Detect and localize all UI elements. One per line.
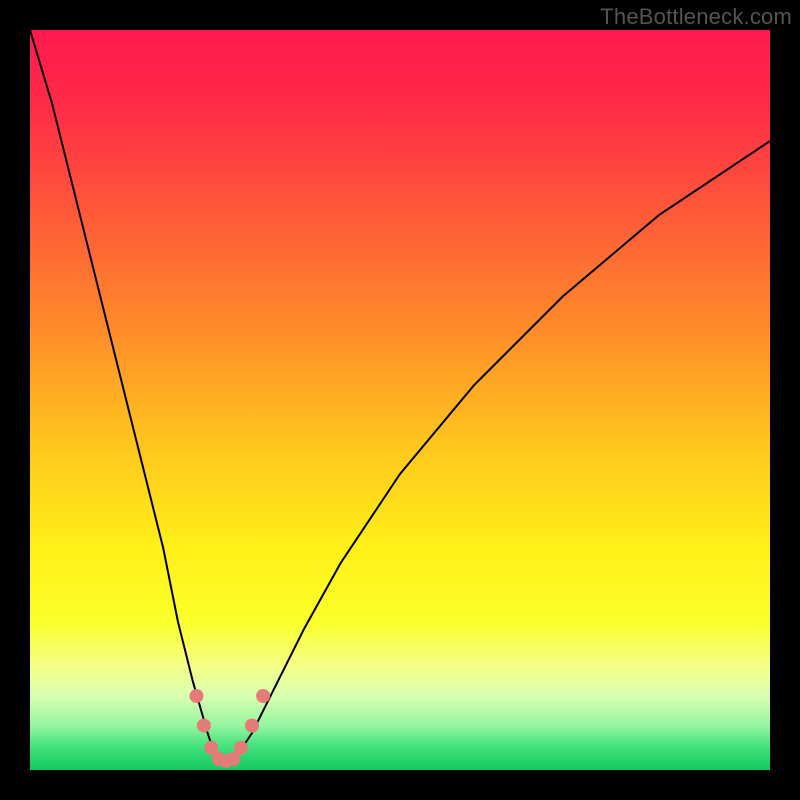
bottleneck-chart	[30, 30, 770, 770]
gradient-background	[30, 30, 770, 770]
marker-dot	[197, 719, 211, 733]
chart-frame	[30, 30, 770, 770]
marker-dot	[190, 689, 204, 703]
marker-dot	[245, 719, 259, 733]
watermark-text: TheBottleneck.com	[600, 4, 792, 30]
marker-dot	[234, 741, 248, 755]
marker-dot	[256, 689, 270, 703]
